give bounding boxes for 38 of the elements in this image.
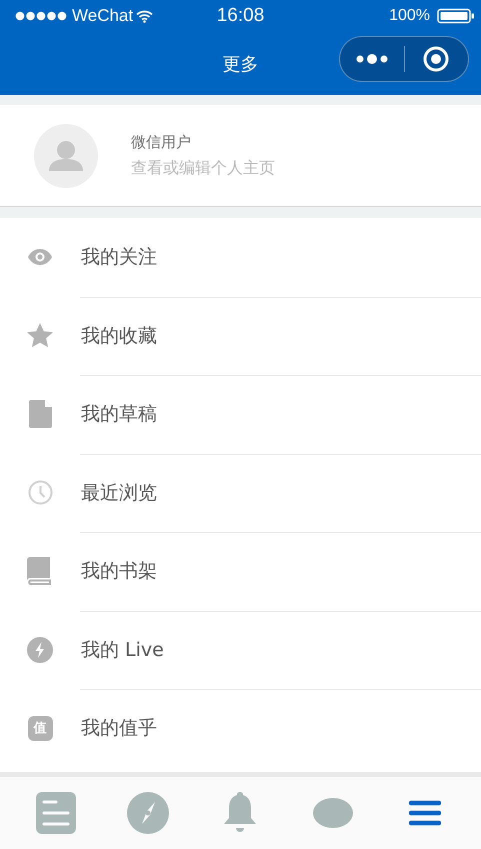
menu-label: 我的关注: [81, 245, 157, 270]
clock-icon: [28, 480, 52, 506]
avatar-icon: [34, 124, 98, 188]
menu-item[interactable]: 值 我的值乎: [0, 689, 481, 768]
target-icon: [422, 45, 450, 73]
document-icon: [28, 400, 52, 428]
menu-label: 我的草稿: [81, 402, 157, 428]
menu-item[interactable]: 我的书架: [0, 532, 481, 610]
book-icon: [27, 557, 53, 586]
menu-item[interactable]: 我的草稿: [0, 375, 481, 454]
page-title: 更多: [222, 52, 258, 76]
eye-icon: [28, 249, 52, 266]
menu-label: 我的 Live: [81, 638, 164, 663]
status-time: 16:08: [216, 5, 264, 27]
bell-icon: [224, 792, 256, 834]
menu-item[interactable]: 我的收藏: [0, 296, 481, 375]
profile-subtitle: 查看或编辑个人主页: [131, 158, 275, 178]
battery-icon: [437, 8, 475, 24]
menu-label: 我的收藏: [81, 324, 157, 349]
menu-label: 我的值乎: [81, 716, 157, 742]
lightning-icon: [27, 636, 53, 663]
more-dots-icon: [354, 53, 389, 65]
menu-label: 最近浏览: [81, 480, 157, 506]
signal-icon: [15, 11, 67, 21]
star-icon: [27, 323, 53, 348]
menu-item[interactable]: 我的关注: [0, 218, 481, 296]
list-icon: [36, 792, 76, 834]
chat-bubble-icon: [312, 798, 353, 828]
menu-label: 我的书架: [81, 559, 157, 584]
value-badge-icon: 值: [28, 716, 52, 741]
menu-item[interactable]: 我的 Live: [0, 610, 481, 689]
carrier-name: WeChat: [72, 6, 134, 26]
menu-icon: [408, 800, 441, 826]
wifi-icon: [136, 10, 154, 22]
battery-percent: 100%: [389, 7, 430, 25]
compass-icon: [127, 792, 170, 834]
menu-item[interactable]: 最近浏览: [0, 454, 481, 532]
user-name: 微信用户: [131, 132, 192, 152]
